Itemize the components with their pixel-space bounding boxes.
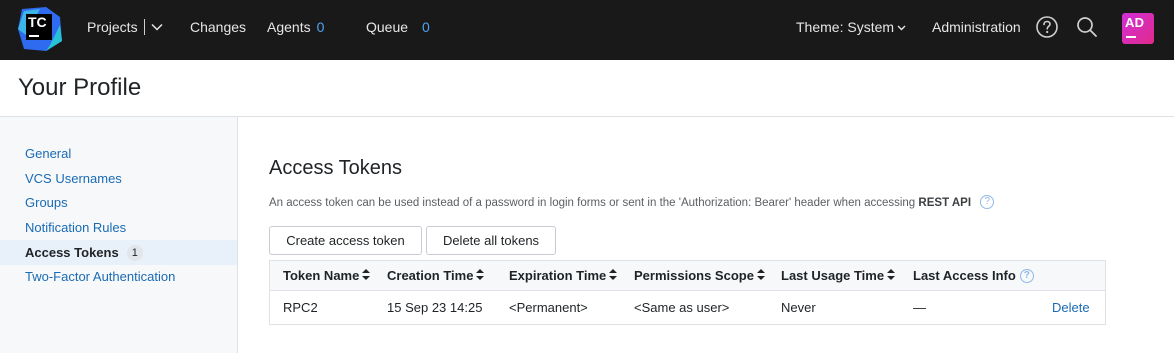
sort-icon	[756, 261, 765, 291]
column-header-label: Token Name	[283, 268, 360, 283]
nav-projects-label: Projects	[87, 19, 138, 35]
sidebar-item-notification-rules[interactable]: Notification Rules	[0, 215, 237, 240]
cell-permissions-scope: <Same as user>	[634, 300, 730, 315]
nav-changes-label: Changes	[190, 19, 247, 35]
avatar-underline	[1126, 36, 1136, 38]
help-icon[interactable]	[1035, 15, 1059, 39]
nav-administration[interactable]: Administration	[932, 0, 1021, 60]
sidebar-item-label: Two-Factor Authentication	[25, 269, 176, 284]
sidebar-item-two-factor-authentication[interactable]: Two-Factor Authentication	[0, 264, 237, 289]
nav-queue-label: Queue	[366, 19, 409, 35]
column-header-label: Expiration Time	[509, 268, 607, 283]
cell-expiration-time: <Permanent>	[509, 300, 588, 315]
teamcity-logo[interactable]: TC	[16, 5, 64, 53]
sort-icon	[362, 261, 371, 291]
access-tokens-count-badge: 1	[126, 244, 143, 261]
delete-all-tokens-button[interactable]: Delete all tokens	[426, 226, 556, 255]
user-avatar[interactable]: AD	[1122, 13, 1154, 44]
chevron-down-icon[interactable]	[151, 0, 163, 53]
profile-sidebar: General VCS Usernames Groups Notificatio…	[0, 117, 238, 353]
sidebar-item-label: VCS Usernames	[25, 171, 122, 186]
nav-administration-label: Administration	[932, 19, 1021, 35]
table-header: Token Name Creation Time Expiration Time…	[270, 261, 1105, 291]
chevron-down-icon	[897, 0, 906, 53]
cell-last-usage-time: Never	[781, 300, 816, 315]
sidebar-item-general[interactable]: General	[0, 141, 237, 166]
access-tokens-table: Token Name Creation Time Expiration Time…	[269, 260, 1106, 325]
sidebar-item-label: Notification Rules	[25, 220, 127, 235]
cell-last-access-info: —	[913, 300, 926, 315]
column-header-permissions-scope[interactable]: Permissions Scope	[634, 261, 765, 291]
nav-separator	[143, 19, 145, 36]
section-description: An access token can be used instead of a…	[269, 195, 995, 210]
help-icon[interactable]: ?	[1019, 268, 1034, 283]
description-text: An access token can be used instead of a…	[269, 197, 916, 210]
sidebar-item-vcs-usernames[interactable]: VCS Usernames	[0, 166, 237, 191]
nav-changes[interactable]: Changes	[190, 0, 246, 60]
search-icon[interactable]	[1075, 15, 1099, 39]
avatar-initials: AD	[1125, 15, 1145, 30]
sidebar-item-label: Groups	[25, 195, 68, 210]
agents-count: 0	[316, 19, 325, 35]
column-header-expiration-time[interactable]: Expiration Time	[509, 261, 618, 291]
help-icon[interactable]: ?	[980, 195, 995, 209]
page-header: Your Profile	[0, 60, 1174, 117]
sort-icon	[609, 261, 618, 291]
column-header-label: Last Access Info	[913, 268, 1016, 283]
cell-token-name: RPC2	[283, 300, 318, 315]
nav-queue[interactable]: Queue 0	[366, 0, 430, 60]
create-access-token-button[interactable]: Create access token	[269, 226, 422, 255]
queue-count: 0	[422, 19, 430, 35]
sidebar-item-access-tokens[interactable]: Access Tokens 1	[0, 240, 237, 265]
nav-agents-label: Agents	[267, 19, 311, 35]
sort-icon	[476, 261, 485, 291]
section-title: Access Tokens	[269, 157, 403, 179]
sidebar-item-groups[interactable]: Groups	[0, 190, 237, 215]
nav-agents[interactable]: Agents 0	[267, 0, 324, 60]
logo-text: TC	[28, 14, 47, 30]
nav-projects[interactable]: Projects	[87, 0, 163, 60]
column-header-token-name[interactable]: Token Name	[283, 261, 371, 291]
column-header-label: Creation Time	[387, 268, 474, 283]
column-header-label: Permissions Scope	[634, 268, 754, 283]
sort-icon	[887, 261, 896, 291]
column-header-creation-time[interactable]: Creation Time	[387, 261, 485, 291]
column-header-label: Last Usage Time	[781, 268, 885, 283]
sidebar-item-label: Access Tokens	[25, 245, 119, 260]
delete-token-link[interactable]: Delete	[1052, 292, 1090, 324]
cell-creation-time: 15 Sep 23 14:25	[387, 300, 483, 315]
theme-label: Theme: System	[796, 19, 895, 35]
page-title: Your Profile	[18, 74, 142, 101]
column-header-last-usage-time[interactable]: Last Usage Time	[781, 261, 896, 291]
rest-api-label: REST API	[918, 197, 972, 210]
top-navigation-bar: TC Projects Changes Agents 0 Queue 0 Theme…	[0, 0, 1174, 60]
column-header-last-access-info: Last Access Info?	[913, 261, 1034, 291]
sidebar-item-label: General	[25, 146, 72, 161]
theme-selector[interactable]: Theme: System	[796, 0, 906, 60]
